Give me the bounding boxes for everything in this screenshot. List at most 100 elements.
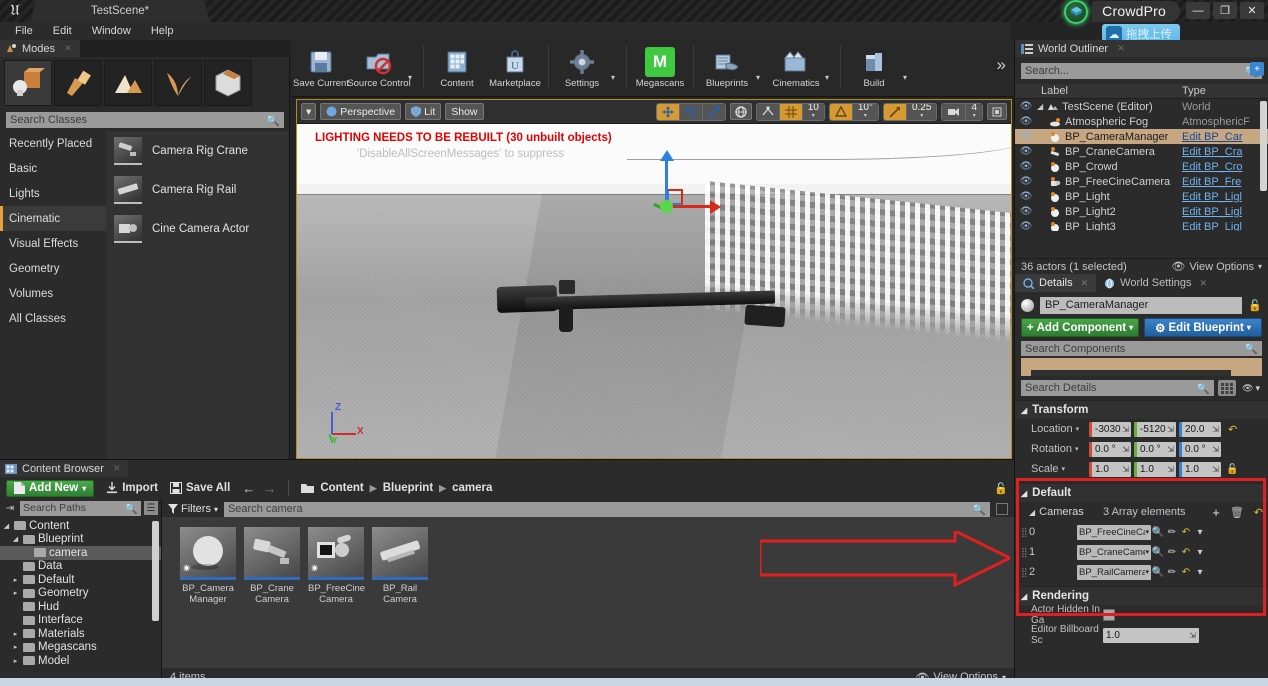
outliner-row-bp-freecinecamera[interactable]: 👁 BP_FreeCineCamera Edit BP_Fre (1015, 174, 1268, 189)
landscape-mode-icon[interactable] (104, 60, 152, 106)
minimize-button[interactable]: — (1186, 2, 1210, 19)
toolbar-save-current[interactable]: Save Current (292, 43, 350, 93)
lit-button[interactable]: Lit (405, 103, 442, 120)
tree-node-default[interactable]: ▸ Default (0, 573, 161, 587)
gizmo-center-handle[interactable] (660, 200, 673, 213)
search-components-input[interactable]: Search Components 🔍 (1021, 341, 1262, 356)
save-all-button[interactable]: Save All (170, 482, 230, 494)
location-x-field[interactable]: -3030 ⇲ (1089, 421, 1131, 437)
maximize-button[interactable]: ❐ (1213, 2, 1237, 19)
tab-world-settings[interactable]: World Settings ✕ (1096, 274, 1216, 292)
reset-to-default-icon[interactable]: ↶ (1179, 547, 1193, 558)
rotation-x-field[interactable]: 0.0 ° ⇲ (1089, 441, 1131, 457)
gizmo-x-axis[interactable] (667, 205, 712, 208)
tree-node-content[interactable]: ◢ Content (0, 519, 161, 533)
translate-mode-icon[interactable] (656, 103, 680, 120)
visibility-eye-icon[interactable]: 👁 (1015, 101, 1037, 112)
toolbar-marketplace[interactable]: U Marketplace (486, 43, 544, 93)
camera-speed-icon[interactable] (942, 103, 967, 120)
outliner-row-bp-crowd[interactable]: 👁 BP_Crowd Edit BP_Cro (1015, 159, 1268, 174)
place-mode-icon[interactable] (4, 60, 52, 106)
scale-y-field[interactable]: 1.0 ⇲ (1134, 461, 1176, 477)
eyedropper-icon[interactable]: ✏ (1165, 567, 1179, 578)
browse-asset-icon[interactable]: 🔍 (1151, 547, 1165, 558)
visibility-eye-icon[interactable]: 👁 (1015, 191, 1037, 202)
asset-cine-camera-actor[interactable]: Cine Camera Actor (106, 209, 289, 248)
outliner-type-link[interactable]: Edit BP_Ligl (1182, 206, 1268, 218)
scale-lock-icon[interactable]: 🔓 (1226, 464, 1238, 475)
collapse-sources-icon[interactable]: ⇥ (3, 501, 17, 515)
category-volumes[interactable]: Volumes (0, 281, 106, 306)
element-options-icon[interactable]: ▾ (1193, 527, 1207, 538)
outliner-row-bp-light3[interactable]: 👁 BP_Light3 Edit BP_Ligl (1015, 219, 1268, 231)
element-options-icon[interactable]: ▾ (1193, 567, 1207, 578)
camera-0-dropdown[interactable]: BP_FreeCineCa ▾ (1077, 524, 1151, 540)
outliner-type-column[interactable]: Type (1182, 85, 1268, 97)
folder-tree[interactable]: ◢ Content ◢ Blueprint camera Data ▸ Default… (0, 519, 161, 686)
asset-view-toggle-icon[interactable] (996, 503, 1008, 515)
reset-to-default-icon[interactable]: ↶ (1228, 423, 1237, 436)
toolbar-cinematics[interactable]: Cinematics (767, 43, 825, 93)
visibility-eye-icon[interactable]: 👁 (1015, 221, 1037, 231)
visibility-eye-icon[interactable]: 👁 (1015, 146, 1037, 157)
maximize-viewport-icon[interactable] (987, 103, 1007, 120)
rotation-z-field[interactable]: 0.0 ° ⇲ (1179, 441, 1221, 457)
visibility-eye-icon[interactable]: 👁 (1015, 131, 1037, 142)
camera-crane-mesh[interactable] (496, 276, 797, 332)
element-options-icon[interactable]: ▾ (1193, 547, 1207, 558)
scale-mode-icon[interactable] (702, 103, 725, 120)
tab-details[interactable]: Details ✕ (1015, 274, 1097, 292)
expand-triangle-icon[interactable]: ▸ (11, 657, 20, 665)
toolbar-blueprints[interactable]: Blueprints (698, 43, 756, 93)
outliner-type-link[interactable]: Edit BP_Ligl (1182, 191, 1268, 203)
outliner-row-bp-cranecamera[interactable]: 👁 BP_CraneCamera Edit BP_Cra (1015, 144, 1268, 159)
tree-node-blueprint[interactable]: ◢ Blueprint (0, 533, 161, 547)
chevron-down-icon[interactable]: ▾ (756, 73, 767, 82)
outliner-view-options-button[interactable]: 👁 View Options ▾ (1171, 260, 1262, 274)
scale-snap-icon[interactable] (883, 103, 907, 120)
chevron-down-icon[interactable]: ▾ (408, 73, 419, 82)
chevron-down-icon[interactable]: ▾ (903, 73, 914, 82)
category-visual-effects[interactable]: Visual Effects (0, 231, 106, 256)
expand-triangle-icon[interactable]: ▸ (11, 643, 20, 651)
toolbar-content[interactable]: Content (428, 43, 486, 93)
transform-gizmo[interactable] (637, 150, 721, 225)
menu-window[interactable]: Window (83, 24, 140, 38)
close-icon[interactable]: ✕ (113, 463, 121, 474)
add-component-button[interactable]: + Add Component ▾ (1021, 318, 1139, 337)
tree-node-geometry[interactable]: ▸ Geometry (0, 587, 161, 601)
breadcrumb-camera[interactable]: camera (452, 482, 492, 494)
actor-name-field[interactable]: BP_CameraManager (1040, 296, 1243, 314)
tree-node-hud[interactable]: Hud (0, 600, 161, 614)
tree-node-camera[interactable]: camera (0, 546, 161, 560)
import-button[interactable]: Import (106, 482, 158, 494)
reset-to-default-icon[interactable]: ↶ (1179, 527, 1193, 538)
visibility-eye-icon[interactable]: 👁 (1015, 206, 1037, 217)
search-classes-input[interactable]: Search Classes 🔍 (6, 112, 284, 128)
reset-to-default-icon[interactable]: ↶ (1179, 567, 1193, 578)
tab-content-browser[interactable]: Content Browser ✕ (0, 460, 129, 477)
outliner-row-atmospheric-fog[interactable]: 👁 Atmospheric Fog AtmosphericF (1015, 114, 1268, 129)
geometry-mode-icon[interactable] (204, 60, 252, 106)
angle-snap-value[interactable]: 10° ▾ (852, 103, 878, 120)
billboard-scale-field[interactable]: 1.0 ⇲ (1103, 627, 1199, 643)
filters-button[interactable]: Filters ▾ (168, 503, 218, 515)
actor-hidden-checkbox[interactable] (1103, 609, 1115, 621)
close-icon[interactable]: ✕ (1081, 278, 1089, 289)
menu-file[interactable]: File (6, 24, 42, 38)
drag-handle-icon[interactable]: ⣿ (1015, 547, 1029, 558)
visibility-eye-icon[interactable]: 👁 (1015, 116, 1037, 127)
outliner-label-column[interactable]: Label (1041, 85, 1182, 97)
section-default-header[interactable]: ◢ Default (1015, 483, 1268, 502)
outliner-row-bp-light2[interactable]: 👁 BP_Light2 Edit BP_Ligl (1015, 204, 1268, 219)
toolbar-build[interactable]: Build (845, 43, 903, 93)
details-view-options-button[interactable]: 👁 ▾ (1240, 380, 1262, 396)
close-icon[interactable]: ✕ (1117, 43, 1125, 54)
tree-node-materials[interactable]: ▸ Materials (0, 627, 161, 641)
scene-tab[interactable]: TestScene* (30, 0, 210, 22)
surface-snap-icon[interactable] (756, 103, 780, 120)
breadcrumb-content[interactable]: Content (320, 482, 363, 494)
section-transform-header[interactable]: ◢ Transform (1015, 400, 1268, 419)
browse-asset-icon[interactable]: 🔍 (1151, 567, 1165, 578)
lock-icon[interactable]: 🔓 (1248, 299, 1262, 312)
